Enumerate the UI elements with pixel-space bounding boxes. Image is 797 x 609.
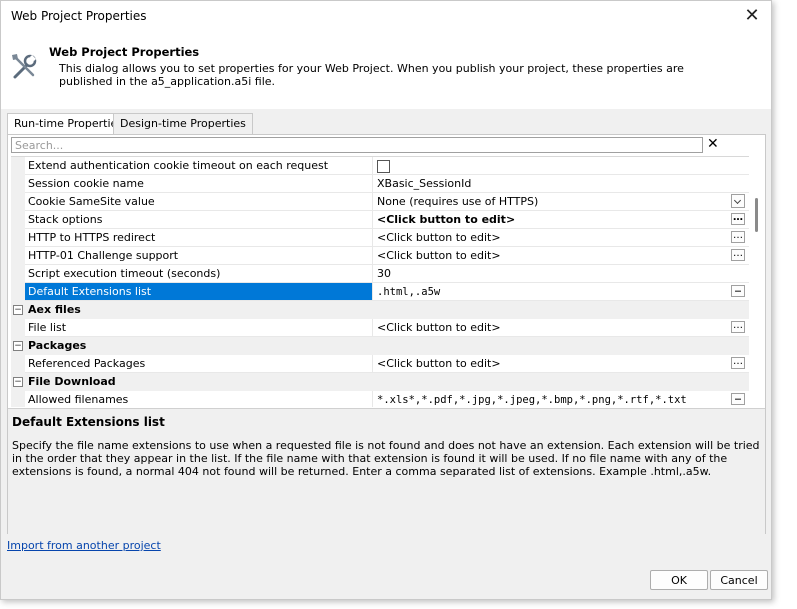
description-text: Specify the file name extensions to use … — [12, 439, 760, 478]
ellipsis-icon[interactable]: … — [731, 393, 745, 405]
property-row-session-cookie-name[interactable]: Session cookie name XBasic_SessionId — [11, 175, 749, 193]
description-panel: Default Extensions list Specify the file… — [8, 408, 765, 534]
property-row-referenced-packages[interactable]: Referenced Packages <Click button to edi… — [11, 355, 749, 373]
category-label: Packages — [28, 339, 87, 352]
ellipsis-icon[interactable]: … — [731, 231, 745, 243]
collapse-icon[interactable]: − — [13, 341, 23, 351]
window-title: Web Project Properties — [11, 9, 147, 23]
property-value[interactable]: *.xls*,*.pdf,*.jpg,*.jpeg,*.bmp,*.png,*.… — [373, 391, 749, 407]
property-row-extend-cookie-timeout[interactable]: Extend authentication cookie timeout on … — [11, 157, 749, 175]
property-name: Extend authentication cookie timeout on … — [25, 157, 373, 175]
property-name: Default Extensions list — [25, 283, 373, 301]
dialog-header: Web Project Properties This dialog allow… — [1, 31, 771, 109]
property-value[interactable]: 30 — [373, 265, 749, 283]
property-value[interactable]: XBasic_SessionId — [373, 175, 749, 193]
property-value[interactable]: .html,.a5w … — [373, 283, 749, 301]
ellipsis-icon[interactable]: … — [731, 213, 745, 225]
property-value[interactable]: None (requires use of HTTPS) — [373, 193, 749, 211]
property-row-cookie-samesite[interactable]: Cookie SameSite value None (requires use… — [11, 193, 749, 211]
property-value[interactable]: <Click button to edit> … — [373, 229, 749, 247]
dialog-content: Run-time Properties Design-time Properti… — [1, 109, 771, 599]
property-grid: Extend authentication cookie timeout on … — [11, 156, 749, 407]
category-aex-files[interactable]: − Aex files — [11, 301, 749, 319]
scrollbar-thumb[interactable] — [755, 198, 758, 232]
import-from-another-project-link[interactable]: Import from another project — [7, 539, 161, 552]
property-row-allowed-filenames[interactable]: Allowed filenames *.xls*,*.pdf,*.jpg,*.j… — [11, 391, 749, 407]
property-name: Script execution timeout (seconds) — [25, 265, 373, 283]
ellipsis-icon[interactable]: … — [731, 357, 745, 369]
header-description: This dialog allows you to set properties… — [59, 62, 684, 88]
property-value[interactable]: <Click button to edit> … — [373, 247, 749, 265]
category-file-download[interactable]: − File Download — [11, 373, 749, 391]
property-row-http-to-https[interactable]: HTTP to HTTPS redirect <Click button to … — [11, 229, 749, 247]
chevron-down-icon[interactable] — [731, 194, 745, 208]
cancel-button[interactable]: Cancel — [710, 570, 768, 590]
property-name: Session cookie name — [25, 175, 373, 193]
ellipsis-icon[interactable]: … — [731, 249, 745, 261]
property-name: Allowed filenames — [25, 391, 373, 407]
property-name: File list — [25, 319, 373, 337]
ellipsis-icon[interactable]: … — [731, 321, 745, 333]
property-value[interactable]: <Click button to edit> … — [373, 355, 749, 373]
tab-design-time-properties[interactable]: Design-time Properties — [113, 113, 253, 134]
property-value[interactable]: <Click button to edit> … — [373, 319, 749, 337]
tab-run-time-properties[interactable]: Run-time Properties — [7, 113, 131, 136]
close-icon[interactable]: ✕ — [739, 4, 765, 28]
collapse-icon[interactable]: − — [13, 377, 23, 387]
collapse-icon[interactable]: − — [13, 305, 23, 315]
property-row-script-timeout[interactable]: Script execution timeout (seconds) 30 — [11, 265, 749, 283]
category-label: Aex files — [28, 303, 81, 316]
property-value[interactable]: <Click button to edit> … — [373, 211, 749, 229]
vertical-scrollbar[interactable] — [751, 156, 761, 406]
web-project-properties-dialog: Web Project Properties ✕ Web Project Pro… — [0, 0, 772, 600]
property-value — [373, 157, 749, 175]
tools-icon — [12, 54, 37, 79]
property-name: HTTP-01 Challenge support — [25, 247, 373, 265]
property-row-http01-challenge[interactable]: HTTP-01 Challenge support <Click button … — [11, 247, 749, 265]
clear-icon[interactable]: ✕ — [707, 136, 719, 152]
property-name: HTTP to HTTPS redirect — [25, 229, 373, 247]
ellipsis-icon[interactable]: … — [731, 285, 745, 297]
property-checkbox[interactable] — [377, 160, 390, 173]
category-packages[interactable]: − Packages — [11, 337, 749, 355]
property-row-file-list[interactable]: File list <Click button to edit> … — [11, 319, 749, 337]
property-name: Cookie SameSite value — [25, 193, 373, 211]
property-row-stack-options[interactable]: Stack options <Click button to edit> … — [11, 211, 749, 229]
title-bar: Web Project Properties ✕ — [1, 1, 771, 31]
property-name: Referenced Packages — [25, 355, 373, 373]
search-input[interactable] — [11, 137, 703, 153]
category-label: File Download — [28, 375, 116, 388]
header-title: Web Project Properties — [49, 45, 200, 59]
ok-button[interactable]: OK — [650, 570, 708, 590]
run-time-properties-panel: ✕ Extend authentication cookie timeout o… — [7, 134, 766, 534]
description-title: Default Extensions list — [12, 415, 165, 429]
property-name: Stack options — [25, 211, 373, 229]
property-row-default-extensions[interactable]: Default Extensions list .html,.a5w … — [11, 283, 749, 301]
